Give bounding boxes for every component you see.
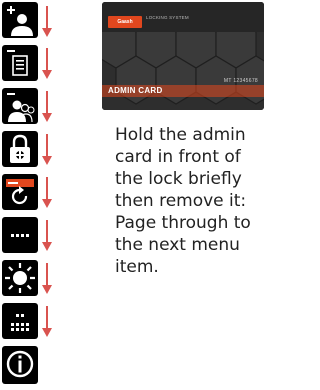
down-arrow-icon (41, 134, 53, 166)
menu-item-brightness[interactable] (2, 260, 38, 296)
info-icon (6, 350, 34, 378)
add-user-icon (7, 6, 33, 36)
menu-item-lock[interactable] (2, 131, 38, 167)
down-arrow-icon (41, 177, 53, 209)
menu-item-dots[interactable] (2, 217, 38, 253)
menu-list-icon (7, 50, 28, 76)
down-arrow-icon (41, 91, 53, 123)
remove-users-icon (7, 93, 35, 123)
down-arrow-icon (41, 48, 53, 80)
brightness-icon (5, 263, 35, 293)
down-arrow-icon (41, 6, 53, 38)
down-arrow-icon (41, 220, 53, 252)
menu-item-add-user[interactable] (2, 2, 38, 38)
down-arrow-icon (41, 306, 53, 338)
down-arrow-icon (41, 263, 53, 295)
card-system-text: LOCKING SYSTEM (146, 15, 189, 20)
card-serial-number: MT 12345678 (223, 78, 258, 84)
card-title: ADMIN CARD (108, 86, 163, 95)
card-brand-logo: Gaash (108, 16, 142, 28)
menu-item-info[interactable] (2, 346, 38, 384)
menu-item-list[interactable] (2, 45, 38, 81)
menu-item-remove-users[interactable] (2, 88, 38, 124)
lock-icon (10, 134, 30, 163)
menu-item-card-reset[interactable] (2, 174, 38, 210)
dots-icon (11, 234, 29, 237)
admin-card-image: Gaash LOCKING SYSTEM MT 12345678 ADMIN C… (102, 2, 264, 110)
grid-icon (11, 314, 29, 331)
instruction-text: Hold the admin card in front of the lock… (115, 125, 251, 277)
card-reset-icon (6, 179, 34, 205)
menu-item-grid[interactable] (2, 303, 38, 339)
